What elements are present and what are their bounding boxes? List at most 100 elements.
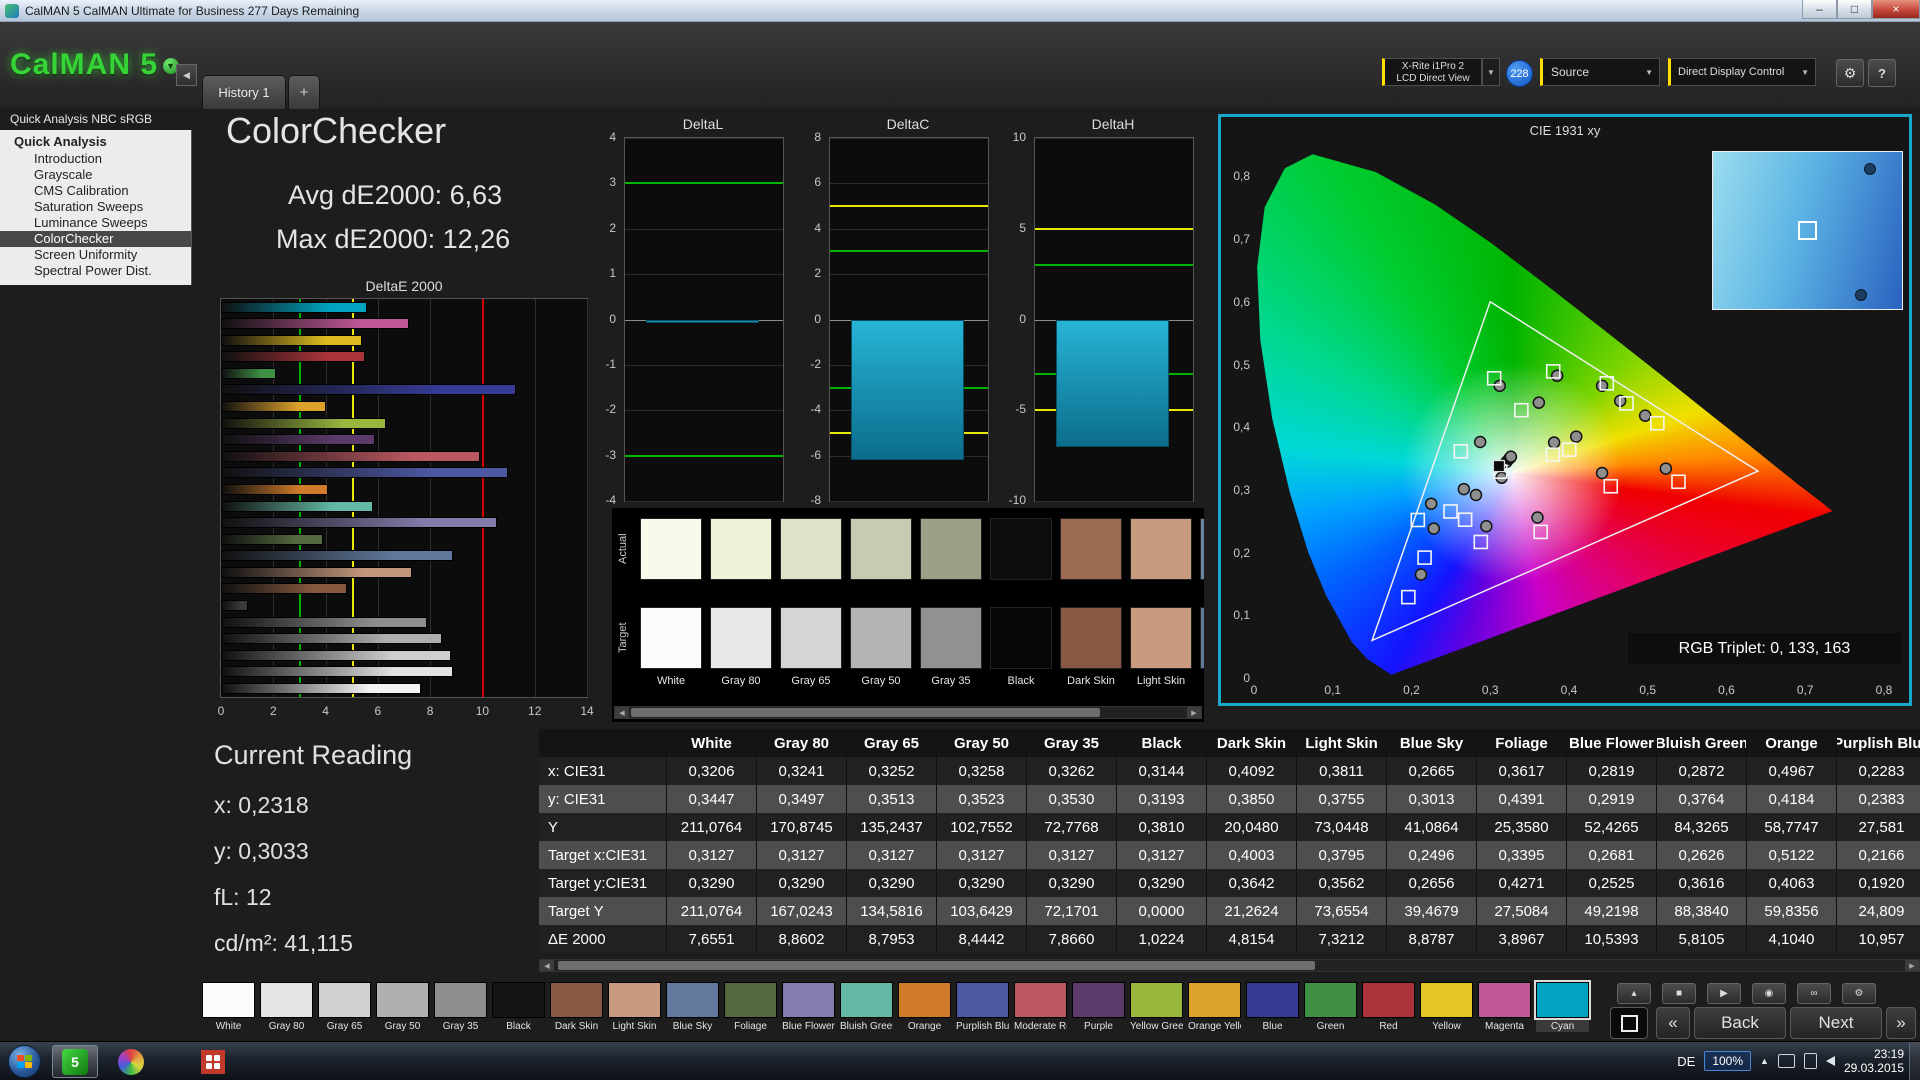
patch-green[interactable]: Green — [1304, 982, 1357, 1032]
maximize-button[interactable]: □ — [1837, 0, 1872, 19]
back-button[interactable]: Back — [1694, 1007, 1786, 1039]
table-cell: 0,3616 — [1657, 869, 1747, 897]
sidebar-item-colorchecker[interactable]: ColorChecker — [0, 231, 191, 247]
source-dropdown[interactable]: Source ▼ — [1540, 58, 1660, 86]
continuous-measure-button[interactable]: ∞ — [1797, 983, 1831, 1004]
sidebar-item-cms-calibration[interactable]: CMS Calibration — [0, 183, 191, 199]
transport-settings-button[interactable]: ⚙ — [1842, 983, 1876, 1004]
gridline — [625, 364, 783, 366]
scroll-thumb[interactable] — [631, 708, 1100, 717]
patch-blue-sky[interactable]: Blue Sky — [666, 982, 719, 1032]
scroll-track[interactable] — [554, 960, 1905, 971]
tab-history-1[interactable]: History 1 — [202, 75, 286, 109]
sidebar-item-spectral-power-dist-[interactable]: Spectral Power Dist. — [0, 263, 191, 279]
patch-gray-65[interactable]: Gray 65 — [318, 982, 371, 1032]
eject-button[interactable]: ▴ — [1617, 983, 1651, 1004]
meter-mode: LCD Direct View — [1396, 73, 1470, 84]
gridline — [587, 299, 588, 697]
next-button[interactable]: Next — [1790, 1007, 1882, 1039]
start-button[interactable] — [8, 1045, 41, 1078]
axis-tick-label: 8 — [814, 130, 821, 144]
meter-selector[interactable]: X-Rite i1Pro 2 LCD Direct View — [1382, 58, 1482, 86]
sidebar-collapse-button[interactable]: ◀ — [176, 64, 197, 86]
display-tray-icon[interactable] — [1777, 1054, 1795, 1068]
help-button[interactable]: ? — [1868, 59, 1896, 87]
sidebar-item-luminance-sweeps[interactable]: Luminance Sweeps — [0, 215, 191, 231]
sidebar-item-grayscale[interactable]: Grayscale — [0, 167, 191, 183]
axis-tick-label: 4 — [322, 704, 329, 718]
hidden-icons-chevron[interactable]: ▲ — [1760, 1056, 1769, 1066]
patch-moderate-red[interactable]: Moderate Red — [1014, 982, 1067, 1032]
settings-gear-icon[interactable]: ⚙ — [1836, 59, 1864, 87]
patch-label: Gray 50 — [384, 1021, 421, 1032]
sidebar-item-introduction[interactable]: Introduction — [0, 151, 191, 167]
scroll-right-icon[interactable]: ▶ — [1905, 960, 1919, 971]
play-button[interactable]: ▶ — [1707, 983, 1741, 1004]
scroll-thumb[interactable] — [558, 961, 1315, 970]
patch-white[interactable]: White — [202, 982, 255, 1032]
display-control-dropdown[interactable]: Direct Display Control ▼ — [1668, 58, 1816, 86]
axis-tick-label: -5 — [1015, 402, 1026, 417]
patch-blue-flower[interactable]: Blue Flower — [782, 982, 835, 1032]
forward-button[interactable]: » — [1886, 1007, 1916, 1039]
rewind-button[interactable]: « — [1656, 1007, 1690, 1039]
show-desktop-button[interactable] — [1909, 1042, 1920, 1080]
patch-orange[interactable]: Orange — [898, 982, 951, 1032]
patch-magenta[interactable]: Magenta — [1478, 982, 1531, 1032]
patch-purplish-blue[interactable]: Purplish Blue — [956, 982, 1009, 1032]
scroll-left-icon[interactable]: ◀ — [615, 707, 629, 718]
workflow-title: Quick Analysis NBC sRGB — [10, 112, 153, 126]
swatch-label: Dark Skin — [1067, 675, 1115, 687]
current-reading-x: x: 0,2318 — [214, 792, 309, 818]
patch-orange-yellow[interactable]: Orange Yellow — [1188, 982, 1241, 1032]
table-cell: 4,1040 — [1747, 925, 1837, 953]
meter-dropdown-icon[interactable]: ▼ — [1482, 58, 1500, 86]
patch-yellow[interactable]: Yellow — [1420, 982, 1473, 1032]
patch-gray-80[interactable]: Gray 80 — [260, 982, 313, 1032]
deltae-bar-blue-sky — [221, 550, 454, 562]
patch-dark-skin[interactable]: Dark Skin — [550, 982, 603, 1032]
patch-gray-50[interactable]: Gray 50 — [376, 982, 429, 1032]
volume-icon[interactable] — [1825, 1056, 1835, 1066]
table-cell: 72,1701 — [1027, 897, 1117, 925]
swatch-scrollbar[interactable]: ◀ ▶ — [614, 706, 1202, 719]
table-cell: 0,3850 — [1207, 785, 1297, 813]
swatch-label: Light Skin — [1136, 675, 1186, 687]
patch-label: Bluish Green — [840, 1021, 893, 1032]
capture-button[interactable]: ◉ — [1752, 983, 1786, 1004]
scroll-track[interactable] — [629, 707, 1187, 718]
patch-gray-35[interactable]: Gray 35 — [434, 982, 487, 1032]
taskbar-item-calman[interactable]: 5 — [52, 1045, 98, 1078]
patch-foliage[interactable]: Foliage — [724, 982, 777, 1032]
patch-blue[interactable]: Blue — [1246, 982, 1299, 1032]
pattern-window-button[interactable] — [1610, 1007, 1648, 1039]
close-button[interactable]: × — [1872, 0, 1920, 19]
patch-yellow-green[interactable]: Yellow Green — [1130, 982, 1183, 1032]
table-cell: 0,2525 — [1567, 869, 1657, 897]
deltac-chart — [829, 137, 989, 502]
pattern-level-indicator[interactable]: 100% — [1704, 1051, 1752, 1071]
patch-light-skin[interactable]: Light Skin — [608, 982, 661, 1032]
stop-button[interactable]: ■ — [1662, 983, 1696, 1004]
patch-red[interactable]: Red — [1362, 982, 1415, 1032]
new-tab-button[interactable]: + — [288, 75, 320, 109]
taskbar-item-media[interactable] — [108, 1045, 154, 1078]
taskbar-clock[interactable]: 23:19 29.03.2015 — [1844, 1047, 1904, 1075]
tasks-tray-icon[interactable] — [1803, 1053, 1817, 1069]
sidebar-item-screen-uniformity[interactable]: Screen Uniformity — [0, 247, 191, 263]
patch-purple[interactable]: Purple — [1072, 982, 1125, 1032]
taskbar-item-red-app[interactable] — [190, 1045, 236, 1078]
swatch-column-dark-skin: Dark Skin — [1060, 508, 1122, 687]
sidebar-item-saturation-sweeps[interactable]: Saturation Sweeps — [0, 199, 191, 215]
target-point — [1401, 589, 1416, 605]
cie-chart-panel[interactable]: CIE 1931 xy RGB Triplet: 0, 133, 163 0 0,… — [1218, 114, 1912, 706]
table-scrollbar[interactable]: ◀ ▶ — [539, 959, 1920, 972]
minimize-button[interactable]: – — [1802, 0, 1837, 19]
scroll-left-icon[interactable]: ◀ — [540, 960, 554, 971]
scroll-right-icon[interactable]: ▶ — [1187, 707, 1201, 718]
patch-black[interactable]: Black — [492, 982, 545, 1032]
patch-bluish-green[interactable]: Bluish Green — [840, 982, 893, 1032]
tree-root[interactable]: Quick Analysis — [0, 133, 191, 151]
language-indicator[interactable]: DE — [1677, 1054, 1695, 1069]
patch-cyan[interactable]: Cyan — [1534, 980, 1591, 1032]
